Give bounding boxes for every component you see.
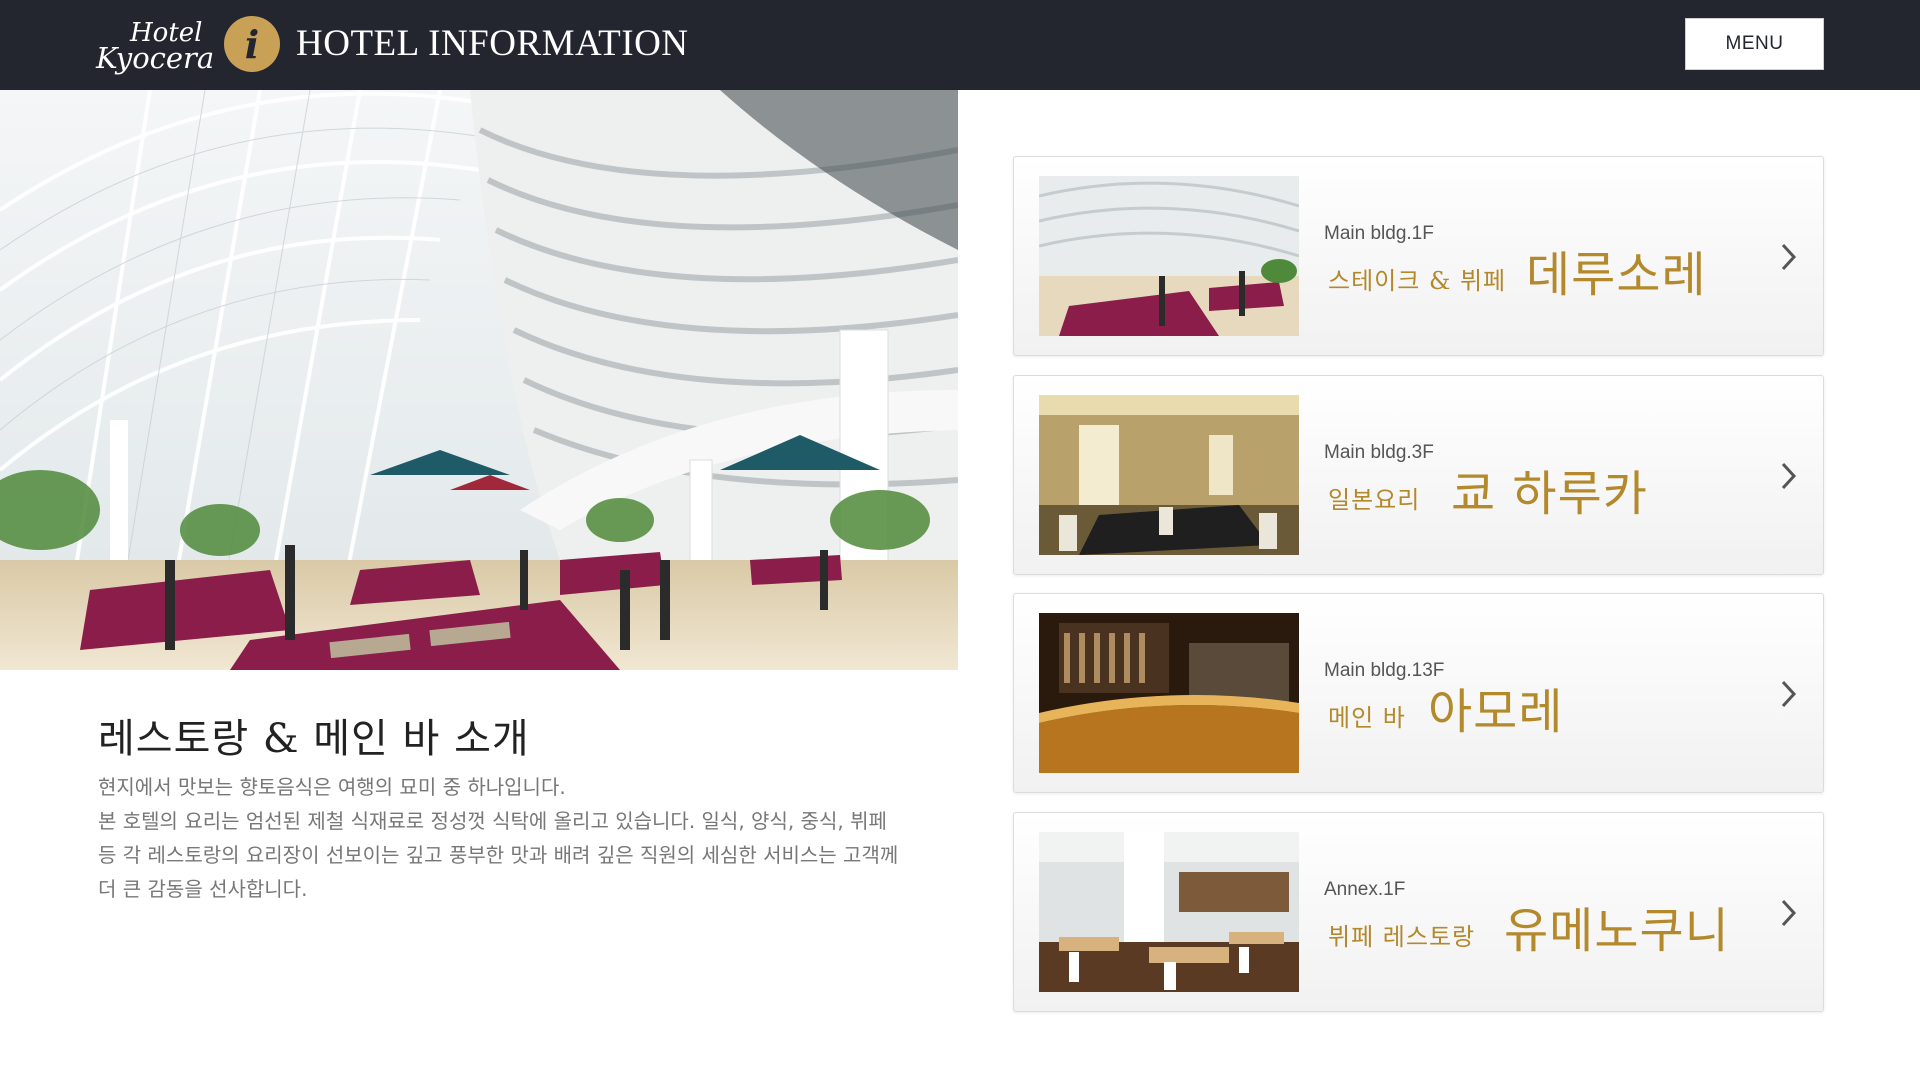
restaurant-name: 유메노쿠니 — [1504, 903, 1730, 959]
restaurant-card-kyo-haruka[interactable]: Main bldg.3F 일본요리 쿄 하루카 — [1013, 375, 1824, 575]
menu-button[interactable]: MENU — [1685, 18, 1824, 70]
intro-description: 현지에서 맛보는 향토음식은 여행의 묘미 중 하나입니다. 본 호텔의 요리는… — [98, 770, 958, 906]
intro-title: 레스토랑 & 메인 바 소개 — [98, 716, 530, 762]
intro-line-3: 등 각 레스토랑의 요리장이 선보이는 깊고 풍부한 맛과 배려 깊은 직원의 … — [98, 843, 899, 867]
restaurant-location: Main bldg.1F — [1324, 223, 1434, 244]
intro-line-2: 본 호텔의 요리는 엄선된 제철 식재료로 정성껏 식탁에 올리고 있습니다. … — [98, 809, 887, 833]
restaurant-category: 일본요리 — [1328, 486, 1421, 514]
intro-line-1: 현지에서 맛보는 향토음식은 여행의 묘미 중 하나입니다. — [98, 775, 566, 799]
hero-photo — [0, 90, 958, 670]
restaurant-thumbnail — [1039, 832, 1299, 992]
chevron-right-icon — [1781, 243, 1797, 271]
intro-line-4: 더 큰 감동을 선사합니다. — [98, 877, 308, 901]
restaurant-location: Main bldg.13F — [1324, 660, 1445, 681]
hotel-logo[interactable]: Hotel Kyocera — [96, 18, 214, 76]
japanese-room-photo — [1039, 395, 1299, 555]
restaurant-card-terusole[interactable]: Main bldg.1F 스테이크 & 뷔페 데루소레 — [1013, 156, 1824, 356]
restaurant-category: 뷔페 레스토랑 — [1328, 923, 1476, 951]
chevron-right-icon — [1781, 462, 1797, 490]
chevron-right-icon — [1781, 899, 1797, 927]
info-icon-glyph: i — [244, 21, 260, 67]
restaurant-thumbnail — [1039, 176, 1299, 336]
atrium-photo — [0, 90, 958, 670]
buffet-restaurant-photo — [1039, 832, 1299, 992]
chevron-right-icon — [1781, 680, 1797, 708]
restaurant-thumbnail — [1039, 613, 1299, 773]
restaurant-name: 데루소레 — [1526, 247, 1707, 303]
restaurant-card-amore[interactable]: Main bldg.13F 메인 바 아모레 — [1013, 593, 1824, 793]
info-icon: i — [224, 16, 280, 72]
bar-photo — [1039, 613, 1299, 773]
restaurant-card-yumenokuni[interactable]: Annex.1F 뷔페 레스토랑 유메노쿠니 — [1013, 812, 1824, 1012]
restaurant-name: 아모레 — [1428, 684, 1564, 740]
restaurant-thumbnail — [1039, 395, 1299, 555]
logo-line-2: Kyocera — [96, 41, 215, 75]
restaurant-location: Main bldg.3F — [1324, 442, 1434, 463]
page-title: HOTEL INFORMATION — [296, 23, 689, 64]
restaurant-name: 쿄 하루카 — [1451, 466, 1648, 522]
restaurant-category: 스테이크 & 뷔페 — [1328, 267, 1507, 295]
restaurant-category: 메인 바 — [1328, 704, 1406, 732]
restaurant-location: Annex.1F — [1324, 879, 1406, 900]
header-bar: Hotel Kyocera i HOTEL INFORMATION MENU — [0, 0, 1920, 90]
buffet-photo — [1039, 176, 1299, 336]
